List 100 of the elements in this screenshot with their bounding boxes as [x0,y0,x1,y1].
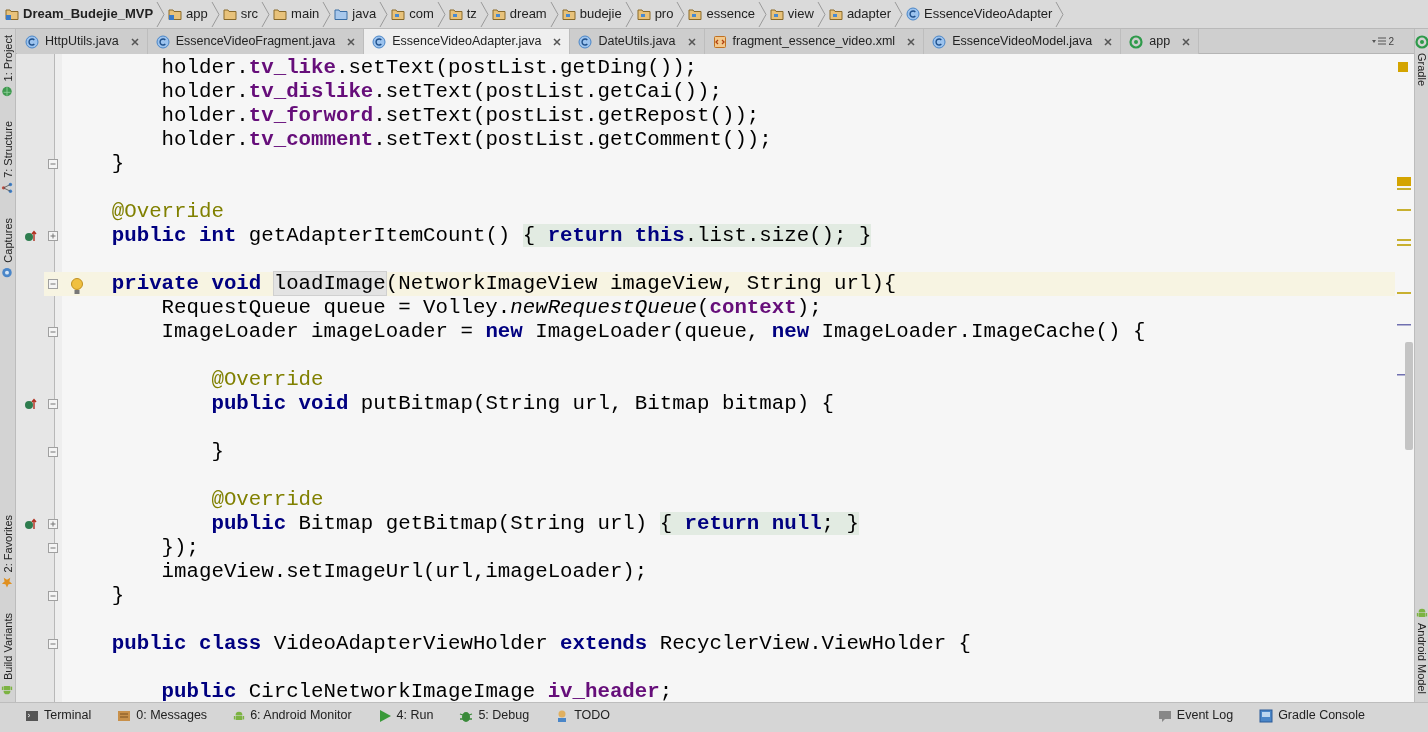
tab-overflow-button[interactable]: 2 [1366,29,1400,53]
package-folder-icon [448,7,463,21]
tool-window-button[interactable]: Gradle [1415,35,1428,87]
tool-window-button[interactable]: 4: Run [374,706,437,725]
chevron-icon [1055,0,1065,29]
code-line: holder.tv_like.setText(postList.getDing()); [160,56,699,80]
breadcrumb-item[interactable]: pro [633,4,677,24]
code-line: ImageLoader imageLoader = new ImageLoader(queue, new ImageLoader.ImageCache() { [160,320,1147,344]
ring-icon [1129,34,1144,49]
chevron-icon [479,0,489,29]
fold-icon[interactable] [48,399,58,409]
breadcrumb-item[interactable]: main [270,4,323,24]
tool-window-button[interactable]: TODO [552,706,614,725]
editor-tab[interactable]: EssenceVideoFragment.java [147,29,365,54]
editor-tab[interactable]: fragment_essence_video.xml [704,29,925,54]
chevron-icon [549,0,559,29]
terminal-icon [25,708,39,723]
module-folder-icon [5,7,19,21]
override-icon[interactable] [23,518,37,530]
fold-icon[interactable] [48,639,58,649]
folder-icon [222,7,237,21]
package-folder-icon [769,7,784,21]
code-line: @Override [110,200,225,224]
breadcrumb-item[interactable]: src [219,4,262,24]
code-line: public int getAdapterItemCount() { return this.list.size(); } [110,224,873,248]
breadcrumb-item[interactable]: app [165,4,211,24]
code-line: } [110,584,126,608]
breadcrumb-item[interactable]: EssenceVideoAdapter [902,4,1056,24]
messages-icon [117,708,132,723]
xml-file-icon [712,34,727,49]
chevron-icon [156,0,166,29]
tool-window-button[interactable]: 7: Structure [0,121,15,195]
code-line: holder.tv_dislike.setText(postList.getCai()); [160,80,723,104]
tool-window-button[interactable]: Terminal [22,706,95,725]
override-icon[interactable] [23,398,37,410]
star-icon [1,576,14,589]
fold-icon[interactable] [48,279,58,289]
class-icon [905,7,920,21]
breadcrumb-item[interactable]: view [766,4,817,24]
expand-icon[interactable] [48,231,58,241]
breadcrumb-item[interactable]: essence [685,4,758,24]
breadcrumb-item[interactable]: Dream_Budejie_MVP [2,4,157,24]
lightbulb-icon[interactable] [70,277,84,296]
override-icon[interactable] [23,230,37,242]
breadcrumb-item[interactable]: adapter [825,4,894,24]
editor-tab[interactable]: EssenceVideoAdapter.java [364,29,571,54]
breadcrumb-item[interactable]: tz [445,4,480,24]
class-icon [155,34,170,49]
fold-icon[interactable] [48,447,58,457]
tool-window-button[interactable]: 5: Debug [456,706,533,725]
tool-window-button[interactable]: 0: Messages [114,706,211,725]
breadcrumb-item[interactable]: budejie [558,4,625,24]
tool-window-button[interactable]: Gradle Console [1256,706,1368,725]
code-line: holder.tv_forword.setText(postList.getRepost()); [160,104,761,128]
capture-icon [1,266,14,279]
console-icon [1259,708,1274,723]
folder-icon [273,7,288,21]
editor-tab[interactable]: DateUtils.java [570,29,705,54]
editor-tab[interactable]: app [1121,29,1200,54]
breadcrumb-item[interactable]: dream [488,4,550,24]
tool-window-button[interactable]: 6: Android Monitor [230,706,355,725]
run-icon [377,708,392,723]
package-folder-icon [688,7,703,21]
tool-window-button[interactable]: Captures [0,218,15,279]
expand-icon[interactable] [48,519,58,529]
code-line: public Bitmap getBitmap(String url) { return null; } [210,512,860,536]
breadcrumb-item[interactable]: java [331,4,380,24]
code-line: } [110,152,126,176]
code-line: @Override [210,368,325,392]
code-line: public class VideoAdapterViewHolder extends RecyclerView.ViewHolder { [110,632,973,656]
code-line: RequestQueue queue = Volley.newRequestQueue(context); [160,296,823,320]
speech-bubble-icon [1157,708,1172,723]
code-line: holder.tv_comment.setText(postList.getComment()); [160,128,773,152]
tool-window-button[interactable]: Event Log [1154,706,1237,725]
tool-window-button[interactable]: 1: Project [0,35,15,98]
tool-window-button[interactable]: Android Model [1415,607,1428,694]
breadcrumb-item[interactable]: com [388,4,437,24]
editor-tab[interactable]: EssenceVideoModel.java [924,29,1122,54]
code-line: @Override [210,488,325,512]
editor-tab[interactable]: HttpUtils.java [17,29,148,54]
tool-window-button[interactable]: 2: Favorites [0,515,15,589]
package-folder-icon [491,7,506,21]
fold-icon[interactable] [48,159,58,169]
fold-icon[interactable] [48,591,58,601]
code-line: public void putBitmap(String url, Bitmap bitmap) { [210,392,836,416]
chevron-icon [322,0,332,29]
chevron-icon [261,0,271,29]
android-icon [233,709,246,722]
list-icon [1372,36,1387,46]
android-icon [1,684,14,696]
chevron-icon [624,0,634,29]
chevron-icon [379,0,389,29]
tool-window-button[interactable]: Build Variants [0,612,15,696]
fold-icon[interactable] [48,327,58,337]
class-icon [372,34,387,49]
chevron-icon [757,0,767,29]
android-icon [1415,607,1428,620]
package-folder-icon [828,7,843,21]
fold-icon[interactable] [48,543,58,553]
package-folder-icon [636,7,651,21]
